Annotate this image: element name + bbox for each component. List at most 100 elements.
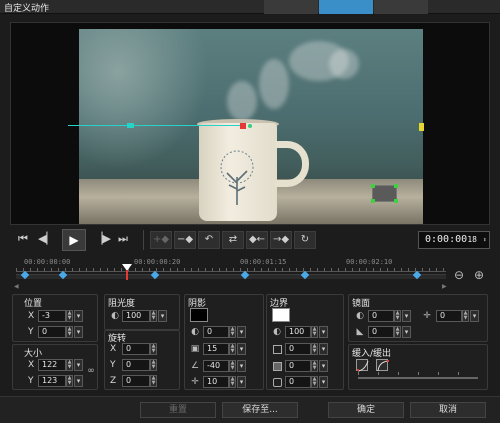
border-width-dropdown-icon[interactable]: ▾ xyxy=(319,343,328,355)
shadow-distance-dropdown-icon[interactable]: ▾ xyxy=(237,376,246,388)
opacity-dropdown-icon[interactable]: ▾ xyxy=(158,310,167,322)
resize-handle[interactable] xyxy=(371,199,375,203)
timecode-spin-icon[interactable]: ⬍ xyxy=(483,232,487,248)
red-keyframe-marker[interactable] xyxy=(240,123,246,129)
border-opacity-spin-icon[interactable]: ▲ ▼ xyxy=(311,326,318,338)
top-tab-2[interactable] xyxy=(319,0,373,14)
shadow-distance-field[interactable]: 10 xyxy=(203,376,229,388)
flip-keyframe-icon[interactable]: ↶ xyxy=(198,231,220,249)
play-button[interactable]: ▶ xyxy=(62,229,86,251)
ease-in-icon[interactable] xyxy=(356,359,369,372)
position-y-field[interactable]: 0 xyxy=(38,326,66,338)
motion-path-handle[interactable] xyxy=(127,123,134,128)
shadow-distance-icon: ✛ xyxy=(191,377,199,387)
next-frame-icon[interactable]: ▕▶ xyxy=(94,232,111,248)
shadow-angle-field[interactable]: -40 xyxy=(203,360,229,372)
border-spin-icon-2[interactable]: ▲ ▼ xyxy=(311,360,318,372)
green-keyframe-marker[interactable] xyxy=(248,124,252,128)
mirror-distance-spin-icon[interactable]: ▲ ▼ xyxy=(394,326,401,338)
mirror-offset-dropdown-icon[interactable]: ▾ xyxy=(470,310,479,322)
resize-handle[interactable] xyxy=(394,199,398,203)
opacity-title: 阻光度 xyxy=(108,299,136,309)
size-x-spin-icon[interactable]: ▲ ▼ xyxy=(66,359,73,371)
zoom-in-icon[interactable]: ⊕ xyxy=(472,268,486,282)
shadow-opacity-dropdown-icon[interactable]: ▾ xyxy=(237,326,246,338)
size-y-spin-icon[interactable]: ▲ ▼ xyxy=(66,375,73,387)
mirror-distance-dropdown-icon[interactable]: ▾ xyxy=(402,326,411,338)
shadow-blur-spin-icon[interactable]: ▲ ▼ xyxy=(229,343,236,355)
border-dropdown-icon-3[interactable]: ▾ xyxy=(319,376,328,388)
shadow-blur-field[interactable]: 15 xyxy=(203,343,229,355)
position-y-dropdown-icon[interactable]: ▾ xyxy=(74,326,83,338)
position-x-spin-icon[interactable]: ▲ ▼ xyxy=(66,310,73,322)
size-x-dropdown-icon[interactable]: ▾ xyxy=(74,359,83,371)
skip-to-start-icon[interactable]: ⏮ xyxy=(16,232,30,248)
timecode-field[interactable]: 0:00:00 18 ⬍ xyxy=(418,231,490,249)
size-x-field[interactable]: 122 xyxy=(38,359,66,371)
resize-handle[interactable] xyxy=(371,184,375,188)
prev-frame-icon[interactable]: ◀▏ xyxy=(38,232,55,248)
shadow-opacity-spin-icon[interactable]: ▲ ▼ xyxy=(229,326,236,338)
keyframe-track[interactable] xyxy=(16,274,446,279)
ease-slider[interactable] xyxy=(358,377,478,379)
next-keyframe-icon[interactable]: →◆ xyxy=(270,231,292,249)
mirror-offset-field[interactable]: 0 xyxy=(436,310,462,322)
rotation-x-spin-icon[interactable]: ▲ ▼ xyxy=(150,343,157,355)
ok-button[interactable]: 确定 xyxy=(328,402,404,418)
size-y-dropdown-icon[interactable]: ▾ xyxy=(74,375,83,387)
shadow-distance-spin-icon[interactable]: ▲ ▼ xyxy=(229,376,236,388)
position-y-spin-icon[interactable]: ▲ ▼ xyxy=(66,326,73,338)
border-field-3[interactable]: 0 xyxy=(285,376,311,388)
rotation-z-field[interactable]: 0 xyxy=(122,375,150,387)
border-dropdown-icon-2[interactable]: ▾ xyxy=(319,360,328,372)
shadow-color-swatch[interactable] xyxy=(190,308,208,322)
timeline[interactable]: 00:00:00:00 00:00:00:20 00:00:01:15 00:0… xyxy=(10,256,490,290)
border-width-spin-icon[interactable]: ▲ ▼ xyxy=(311,343,318,355)
border-opacity-field[interactable]: 100 xyxy=(285,326,311,338)
position-x-dropdown-icon[interactable]: ▾ xyxy=(74,310,83,322)
top-tab-1[interactable] xyxy=(264,0,318,14)
opacity-field[interactable]: 100 xyxy=(122,310,150,322)
skip-to-end-icon[interactable]: ⏭ xyxy=(116,232,130,248)
mirror-offset-spin-icon[interactable]: ▲ ▼ xyxy=(462,310,469,322)
resize-handle[interactable] xyxy=(394,184,398,188)
reset-button[interactable]: 重置 xyxy=(140,402,216,418)
border-color-swatch[interactable] xyxy=(272,308,290,322)
cancel-button[interactable]: 取消 xyxy=(410,402,486,418)
border-field-2[interactable]: 0 xyxy=(285,360,311,372)
rotation-z-spin-icon[interactable]: ▲ ▼ xyxy=(150,375,157,387)
opacity-spin-icon[interactable]: ▲ ▼ xyxy=(150,310,157,322)
rotation-y-spin-icon[interactable]: ▲ ▼ xyxy=(150,359,157,371)
shadow-angle-spin-icon[interactable]: ▲ ▼ xyxy=(229,360,236,372)
mirror-opacity-spin-icon[interactable]: ▲ ▼ xyxy=(394,310,401,322)
shadow-blur-dropdown-icon[interactable]: ▾ xyxy=(237,343,246,355)
shadow-angle-dropdown-icon[interactable]: ▾ xyxy=(237,360,246,372)
top-tab-3[interactable] xyxy=(374,0,428,14)
add-keyframe-icon[interactable]: +◆ xyxy=(150,231,172,249)
yellow-edge-marker[interactable] xyxy=(419,123,424,131)
zoom-out-icon[interactable]: ⊖ xyxy=(452,268,466,282)
ease-out-icon[interactable] xyxy=(376,359,389,372)
link-aspect-icon[interactable]: ∞ xyxy=(86,366,96,376)
mirror-distance-field[interactable]: 0 xyxy=(368,326,394,338)
mirror-opacity-dropdown-icon[interactable]: ▾ xyxy=(402,310,411,322)
rotation-y-field[interactable]: 0 xyxy=(122,359,150,371)
scroll-right-icon[interactable]: ▶ xyxy=(442,283,447,290)
keyframe-swap-icon[interactable]: ⇄ xyxy=(222,231,244,249)
scroll-left-icon[interactable]: ◀ xyxy=(14,283,19,290)
selected-object-box[interactable] xyxy=(371,184,398,203)
border-width-field[interactable]: 0 xyxy=(285,343,311,355)
rotation-z-label: Z xyxy=(110,376,117,386)
remove-keyframe-icon[interactable]: −◆ xyxy=(174,231,196,249)
position-x-field[interactable]: -3 xyxy=(38,310,66,322)
shadow-opacity-field[interactable]: 0 xyxy=(203,326,229,338)
save-to-button[interactable]: 保存至... xyxy=(222,402,298,418)
rotation-x-field[interactable]: 0 xyxy=(122,343,150,355)
mirror-opacity-field[interactable]: 0 xyxy=(368,310,394,322)
size-y-field[interactable]: 123 xyxy=(38,375,66,387)
border-opacity-dropdown-icon[interactable]: ▾ xyxy=(319,326,328,338)
border-spin-icon-3[interactable]: ▲ ▼ xyxy=(311,376,318,388)
reset-keyframe-icon[interactable]: ↻ xyxy=(294,231,316,249)
prev-keyframe-icon[interactable]: ◆← xyxy=(246,231,268,249)
ruler-label: 00:00:02:10 xyxy=(346,258,393,266)
